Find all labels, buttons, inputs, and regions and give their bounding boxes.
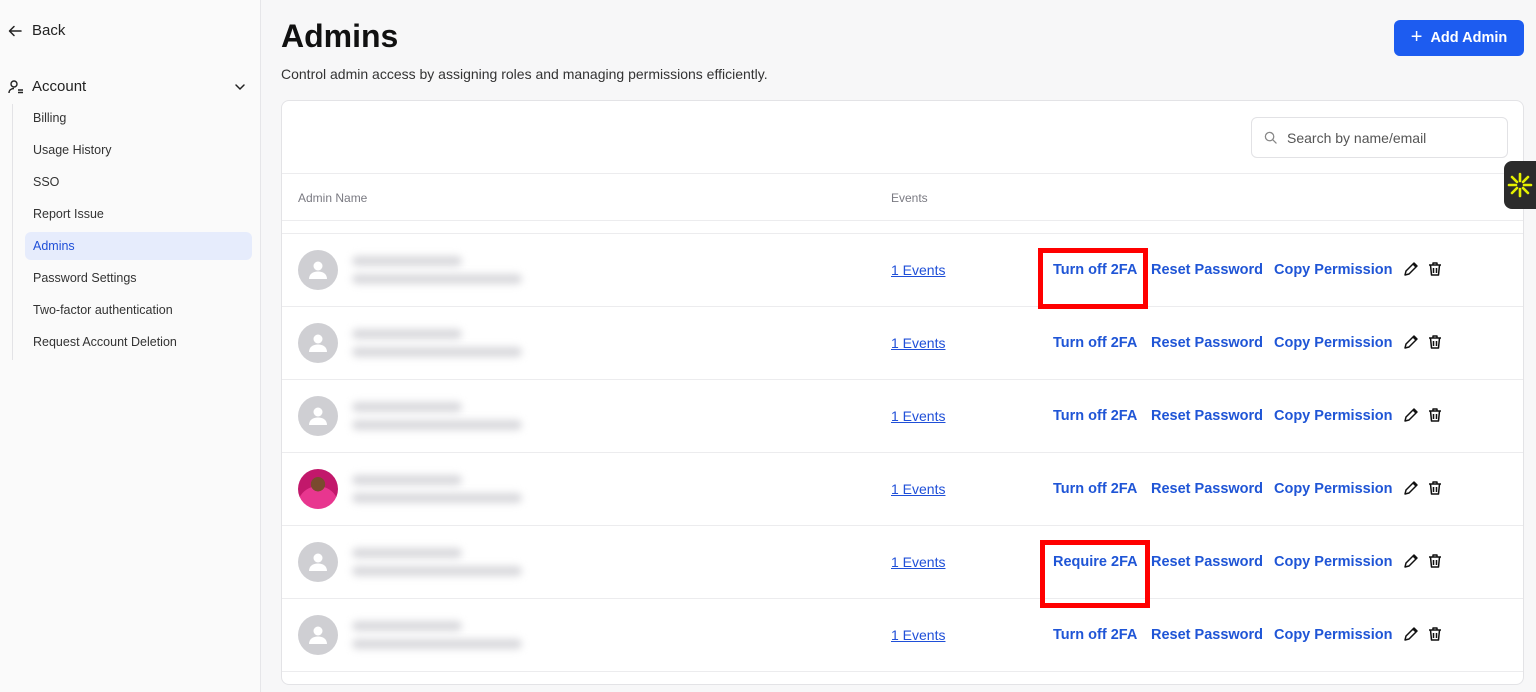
pencil-icon[interactable] bbox=[1403, 407, 1419, 423]
back-label: Back bbox=[32, 22, 66, 39]
twofa-toggle-button[interactable]: Turn off 2FA bbox=[1053, 408, 1137, 424]
table-row: 1 Events Turn off 2FA Reset Password Copy P… bbox=[282, 307, 1523, 380]
pencil-icon[interactable] bbox=[1403, 553, 1419, 569]
redacted-admin-name bbox=[352, 540, 564, 586]
highlight-box bbox=[1040, 540, 1150, 608]
events-link[interactable]: 1 Events bbox=[891, 481, 945, 497]
search-icon bbox=[1264, 131, 1277, 144]
twofa-toggle-button[interactable]: Turn off 2FA bbox=[1053, 335, 1137, 351]
column-header-admin-name: Admin Name bbox=[298, 191, 368, 205]
sidebar-item-usage-history[interactable]: Usage History bbox=[25, 136, 252, 164]
reset-password-button[interactable]: Reset Password bbox=[1151, 335, 1263, 351]
table-row: 1 Events Require 2FA Reset Password Copy Pe… bbox=[282, 526, 1523, 608]
help-widget[interactable] bbox=[1504, 161, 1536, 209]
account-subnav: Billing Usage History SSO Report Issue Admin… bbox=[12, 104, 252, 360]
avatar bbox=[298, 469, 338, 509]
highlight-box bbox=[1038, 248, 1148, 309]
plus-icon: + bbox=[1410, 26, 1423, 48]
page-title: Admins bbox=[281, 18, 399, 54]
table-row: 1 Events Turn off 2FA Reset Password Copy P… bbox=[282, 453, 1523, 526]
copy-permission-button[interactable]: Copy Permission bbox=[1274, 262, 1392, 278]
reset-password-button[interactable]: Reset Password bbox=[1151, 627, 1263, 643]
table-header: Admin Name Events bbox=[282, 173, 1523, 221]
copy-permission-button[interactable]: Copy Permission bbox=[1274, 408, 1392, 424]
add-admin-button[interactable]: + Add Admin bbox=[1394, 20, 1524, 56]
twofa-toggle-button[interactable]: Turn off 2FA bbox=[1053, 481, 1137, 497]
sidebar-item-billing[interactable]: Billing bbox=[25, 104, 252, 132]
sidebar-item-report-issue[interactable]: Report Issue bbox=[25, 200, 252, 228]
reset-password-button[interactable]: Reset Password bbox=[1151, 408, 1263, 424]
search-input[interactable] bbox=[1287, 129, 1487, 146]
redacted-admin-name bbox=[352, 613, 564, 659]
sidebar-item-password-settings[interactable]: Password Settings bbox=[25, 264, 252, 292]
trash-icon[interactable] bbox=[1427, 626, 1443, 642]
pencil-icon[interactable] bbox=[1403, 261, 1419, 277]
admin-table-body: 1 Events Turn off 2FA Reset Password Copy P… bbox=[282, 233, 1523, 672]
avatar bbox=[298, 542, 338, 582]
trash-icon[interactable] bbox=[1427, 553, 1443, 569]
redacted-admin-name bbox=[352, 248, 564, 294]
avatar bbox=[298, 396, 338, 436]
trash-icon[interactable] bbox=[1427, 407, 1443, 423]
user-icon bbox=[309, 407, 327, 425]
reset-password-button[interactable]: Reset Password bbox=[1151, 262, 1263, 278]
arrow-left-icon bbox=[8, 25, 22, 36]
redacted-admin-name bbox=[352, 394, 564, 440]
events-link[interactable]: 1 Events bbox=[891, 335, 945, 351]
trash-icon[interactable] bbox=[1427, 334, 1443, 350]
copy-permission-button[interactable]: Copy Permission bbox=[1274, 554, 1392, 570]
table-row: 1 Events Turn off 2FA Reset Password Copy P… bbox=[282, 599, 1523, 672]
twofa-toggle-button[interactable]: Turn off 2FA bbox=[1053, 627, 1137, 643]
sidebar-item-request-account-deletion[interactable]: Request Account Deletion bbox=[25, 328, 252, 356]
trash-icon[interactable] bbox=[1427, 480, 1443, 496]
user-icon bbox=[309, 261, 327, 279]
user-icon bbox=[8, 79, 23, 93]
reset-password-button[interactable]: Reset Password bbox=[1151, 481, 1263, 497]
avatar bbox=[298, 615, 338, 655]
account-label: Account bbox=[32, 78, 87, 95]
user-icon bbox=[309, 553, 327, 571]
back-link[interactable]: Back bbox=[8, 22, 65, 39]
table-row: 1 Events Turn off 2FA Reset Password Copy P… bbox=[282, 234, 1523, 309]
account-section-toggle[interactable]: Account bbox=[8, 78, 246, 95]
events-link[interactable]: 1 Events bbox=[891, 262, 945, 278]
redacted-admin-name bbox=[352, 321, 564, 367]
copy-permission-button[interactable]: Copy Permission bbox=[1274, 481, 1392, 497]
avatar bbox=[298, 323, 338, 363]
pencil-icon[interactable] bbox=[1403, 480, 1419, 496]
events-link[interactable]: 1 Events bbox=[891, 408, 945, 424]
page-subtitle: Control admin access by assigning roles … bbox=[281, 66, 768, 82]
reset-password-button[interactable]: Reset Password bbox=[1151, 554, 1263, 570]
sidebar-item-admins[interactable]: Admins bbox=[25, 232, 252, 260]
chevron-down-icon bbox=[235, 83, 245, 90]
pencil-icon[interactable] bbox=[1403, 626, 1419, 642]
user-icon bbox=[309, 334, 327, 352]
column-header-events: Events bbox=[891, 191, 928, 205]
sidebar: Back Account Billing Usage History SSO Repo… bbox=[0, 0, 261, 692]
avatar bbox=[298, 250, 338, 290]
trash-icon[interactable] bbox=[1427, 261, 1443, 277]
events-link[interactable]: 1 Events bbox=[891, 554, 945, 570]
sparkle-icon bbox=[1507, 172, 1533, 198]
redacted-admin-name bbox=[352, 467, 564, 513]
events-link[interactable]: 1 Events bbox=[891, 627, 945, 643]
sidebar-item-sso[interactable]: SSO bbox=[25, 168, 252, 196]
pencil-icon[interactable] bbox=[1403, 334, 1419, 350]
user-icon bbox=[309, 626, 327, 644]
copy-permission-button[interactable]: Copy Permission bbox=[1274, 627, 1392, 643]
add-admin-label: Add Admin bbox=[1430, 30, 1508, 46]
search-box[interactable] bbox=[1251, 117, 1508, 158]
table-row: 1 Events Turn off 2FA Reset Password Copy P… bbox=[282, 380, 1523, 453]
copy-permission-button[interactable]: Copy Permission bbox=[1274, 335, 1392, 351]
sidebar-item-two-factor-authentication[interactable]: Two-factor authentication bbox=[25, 296, 252, 324]
admins-card: Admin Name Events 1 Events Turn off 2FA Re… bbox=[281, 100, 1524, 685]
